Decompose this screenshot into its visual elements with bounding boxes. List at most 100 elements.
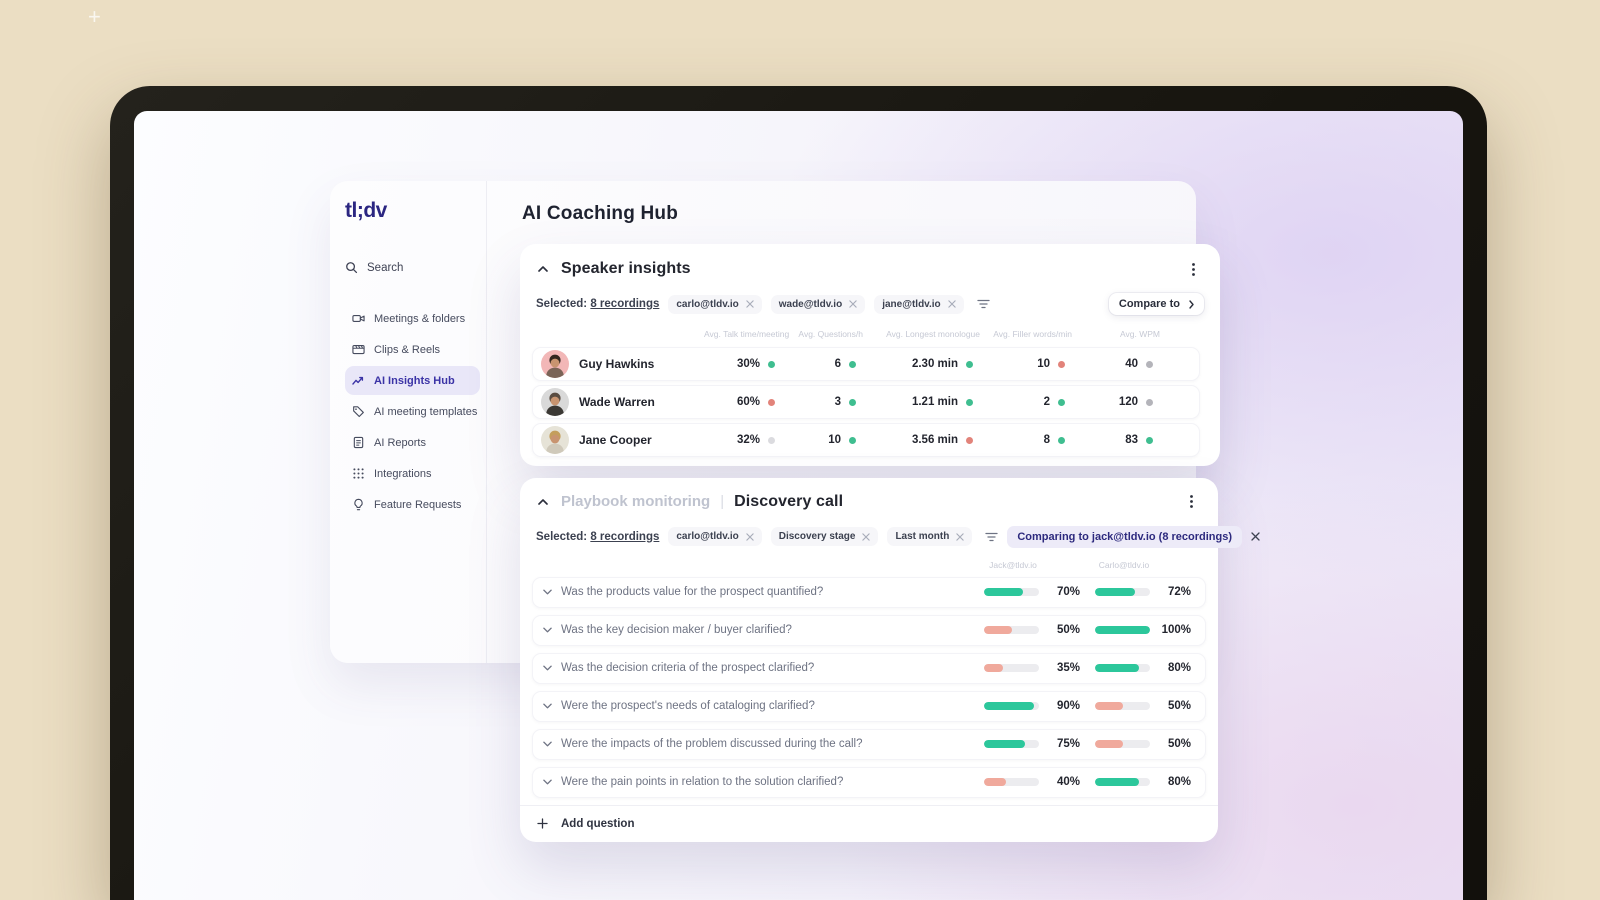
speaker-name: Jane Cooper [579,433,652,447]
jack-progress: 40% [984,776,1080,788]
playbook-title-muted: Playbook monitoring [561,493,711,511]
speaker-row-wade-warren[interactable]: Wade Warren 60% 3 1.21 min 2 120 [532,385,1200,419]
playbook-card: Playbook monitoring | Discovery call Sel… [520,478,1260,842]
sidebar-item-label: AI meeting templates [374,405,478,418]
close-icon[interactable] [746,300,754,308]
metric-cell: 30% [697,358,775,370]
clapper-icon [352,343,365,356]
speaker-row-jane-cooper[interactable]: Jane Cooper 32% 10 3.56 min 8 83 [532,423,1200,457]
chevron-down-icon[interactable] [543,589,552,595]
sidebar-item-label: Integrations [374,467,432,480]
filter-chip[interactable]: wade@tldv.io [770,294,866,314]
progress-value: 40% [1056,776,1080,789]
sidebar-item-label: Clips & Reels [374,343,441,356]
video-camera-icon [352,312,365,325]
filter-chip[interactable]: Discovery stage [770,527,879,547]
carlo-progress: 72% [1095,586,1191,598]
filter-icon[interactable] [977,299,990,309]
sidebar-item-meetings-folders[interactable]: Meetings & folders [345,304,480,333]
playbook-filter-row: Selected: 8 recordings carlo@tldv.io Dis… [520,525,1260,548]
progress-value: 70% [1056,586,1080,599]
sidebar-item-ai-meeting-templates[interactable]: AI meeting templates [345,397,480,426]
question-row[interactable]: Were the pain points in relation to the … [532,766,1206,798]
filter-chip-label: Discovery stage [778,531,856,543]
carlo-progress: 80% [1095,662,1191,674]
question-row[interactable]: Was the products value for the prospect … [532,576,1206,608]
question-text: Was the products value for the prospect … [561,586,824,599]
chevron-down-icon[interactable] [543,779,552,785]
plus-icon [537,818,548,829]
progress-bar [1095,626,1150,635]
insights-trend-icon [352,374,365,387]
progress-value: 100% [1161,624,1191,637]
close-icon[interactable] [1251,532,1260,541]
speaker-name: Wade Warren [579,395,655,409]
progress-bar [984,702,1039,711]
column-header: Avg. Talk time/meeting [704,329,790,339]
sidebar-item-feature-requests[interactable]: Feature Requests [345,490,480,519]
progress-bar [984,740,1039,749]
sidebar-item-clips-reels[interactable]: Clips & Reels [345,335,480,364]
filter-chip[interactable]: carlo@tldv.io [668,527,762,547]
question-text: Were the impacts of the problem discusse… [561,738,863,751]
avatar-image [541,426,569,454]
selected-count[interactable]: 8 recordings [590,298,659,310]
close-icon[interactable] [947,300,956,308]
question-row[interactable]: Was the key decision maker / buyer clari… [532,614,1206,646]
chevron-down-icon[interactable] [543,741,552,747]
filter-chip[interactable]: jane@tldv.io [874,294,964,314]
status-dot-green [1146,436,1153,444]
sidebar-item-ai-insights-hub[interactable]: AI Insights Hub [345,366,480,395]
progress-value: 50% [1167,738,1191,751]
question-row[interactable]: Was the decision criteria of the prospec… [532,652,1206,684]
comparing-chip[interactable]: Comparing to jack@tldv.io (8 recordings) [1007,525,1243,548]
progress-value: 35% [1056,662,1080,675]
filter-chip[interactable]: Last month [887,527,973,547]
close-icon[interactable] [849,300,857,308]
selected-count[interactable]: 8 recordings [590,531,659,543]
playbook-chips: carlo@tldv.io Discovery stage Last month [668,527,973,547]
sidebar-item-integrations[interactable]: Integrations [345,459,480,488]
jack-progress: 35% [984,662,1080,674]
kebab-menu-icon[interactable] [1184,260,1202,278]
close-icon[interactable] [956,532,965,541]
status-dot-green [849,436,856,444]
compare-to-button[interactable]: Compare to [1108,293,1204,315]
status-dot-green [849,398,856,406]
metric-cell: 10 [775,434,856,446]
avatar-image [541,350,569,378]
chevron-down-icon[interactable] [543,665,552,671]
template-tag-icon [352,405,365,418]
sidebar-item-ai-reports[interactable]: AI Reports [345,428,480,457]
progress-value: 75% [1056,738,1080,751]
desktop-background: + tl;dv Search Meetings & folders Clips … [0,0,1600,900]
add-question-button[interactable]: Add question [520,804,1218,842]
sidebar-item-label: Meetings & folders [374,312,466,325]
speaker-row-guy-hawkins[interactable]: Guy Hawkins 30% 6 2.30 min 10 40 [532,347,1200,381]
filter-icon[interactable] [985,532,998,542]
chevron-down-icon[interactable] [543,703,552,709]
progress-value: 50% [1167,700,1191,713]
column-header: Avg. Longest monologue [886,329,980,339]
close-icon[interactable] [746,532,754,541]
sidebar-item-label: AI Reports [374,436,426,449]
column-header: Carlo@tldv.io [1098,559,1150,570]
search-button[interactable]: Search [345,261,480,274]
close-icon[interactable] [862,532,871,541]
filter-chip-label: wade@tldv.io [778,298,843,310]
avatar [541,388,569,416]
progress-value: 80% [1167,662,1191,675]
chevron-down-icon[interactable] [543,627,552,633]
speaker-rows: Guy Hawkins 30% 6 2.30 min 10 40 Wade Warren… [520,347,1220,461]
carlo-progress: 50% [1095,738,1191,750]
question-row[interactable]: Were the prospect's needs of cataloging … [532,690,1206,722]
collapse-chevron-up-icon[interactable] [535,494,551,510]
filter-chip[interactable]: carlo@tldv.io [668,294,762,314]
question-row[interactable]: Were the impacts of the problem discusse… [532,728,1206,760]
status-dot-gray [1146,398,1153,406]
kebab-menu-icon[interactable] [1182,493,1200,511]
collapse-chevron-up-icon[interactable] [535,261,551,277]
progress-bar [984,778,1039,787]
metric-cell: 3 [775,396,856,408]
progress-value: 72% [1167,586,1191,599]
